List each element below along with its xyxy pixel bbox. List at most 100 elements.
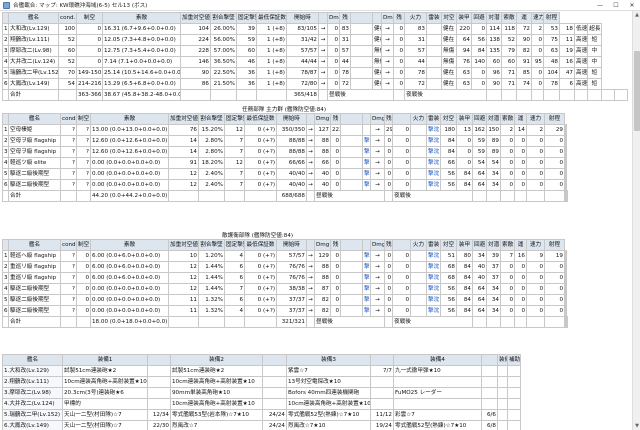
cell-range: 短 xyxy=(564,179,567,191)
cell-status2: 撃沈 xyxy=(426,250,441,262)
cell-fix: 7 xyxy=(224,168,245,180)
cell-pct: 15.20% xyxy=(198,124,225,136)
cell-start: 40/40 xyxy=(276,179,307,191)
cell-aa: 12 xyxy=(168,261,199,273)
header-4: 加重対空値 xyxy=(168,113,199,125)
total-blank xyxy=(559,89,575,101)
cell-aa2: 40 xyxy=(472,261,487,273)
arrow-cell: → xyxy=(370,250,385,262)
cell-min: 0 (+?) xyxy=(244,124,277,136)
equip-c4: 6/6 xyxy=(481,409,498,421)
cell-dmg2: 296 xyxy=(384,124,393,136)
cell-ev: 72 xyxy=(516,23,532,35)
cell-dmg2: 0 xyxy=(384,157,393,169)
vertical-scrollbar[interactable]: ▲ ▼ xyxy=(632,11,640,430)
header-13 xyxy=(362,239,371,251)
cell-range: 不明(0) xyxy=(564,146,567,158)
cell-fix: 4 xyxy=(224,250,245,262)
ship-row: 1 軽巡ヘ級 flagship? 0 6.00 (0.0+6.0+0.0+0.0) 10… xyxy=(2,250,568,262)
cell-status: 健在 xyxy=(372,34,382,46)
ship-row: 1 空母棲姫?? 13.00 (0.0+13.0+0.0+0.0) 76 15.20% 1… xyxy=(2,124,568,136)
cell-dmg: 66 xyxy=(314,157,331,169)
cell-los: 6.00 (0.0+6.0+0.0+0.0) xyxy=(90,250,169,262)
cell-as: 0 xyxy=(514,168,527,180)
arrow-cell: → xyxy=(381,78,394,90)
scroll-thumb[interactable] xyxy=(634,51,640,131)
total-start: 321/321 xyxy=(276,316,307,328)
cell-cond: 60 xyxy=(58,45,77,57)
cell-aa2: 40 xyxy=(472,272,487,284)
scroll-up-icon[interactable]: ▲ xyxy=(633,11,640,19)
cell-dmg: 82 xyxy=(314,305,331,317)
cell-rem2: 0 xyxy=(392,124,411,136)
equip-c2 xyxy=(262,365,287,377)
cell-rem2: 83 xyxy=(404,23,427,35)
cell-status2: 健在 xyxy=(441,34,457,46)
cell-tp: 0 xyxy=(471,23,487,35)
equip-header-5: 装備3 xyxy=(286,354,371,366)
cell-name: 駆逐二級後期型 xyxy=(8,294,61,306)
cell-fp: 56 xyxy=(440,294,457,306)
cell-dmg: 129 xyxy=(314,250,331,262)
header-18: 雷装 xyxy=(426,239,441,251)
ship-row: 2 翔鶴改(Lv.111) 52 0 12.05 (7.3+4.8+0.0+0.0) 22… xyxy=(2,34,628,46)
scroll-down-icon[interactable]: ▼ xyxy=(633,422,640,430)
cell-range: 短 xyxy=(587,67,602,79)
cell-range: 短 xyxy=(564,168,567,180)
equip-row: 2.翔鶴改(Lv.111) 10cm連装高角砲+高射装置★10 10cm連装高角砲+… xyxy=(2,376,521,388)
cell-cond: 52 xyxy=(58,34,77,46)
cell-air: ? xyxy=(76,135,91,147)
header-2: 制空 xyxy=(76,113,91,125)
close-icon[interactable]: ✕ xyxy=(624,0,640,10)
cell-luck: 0 xyxy=(544,179,565,191)
total-blank xyxy=(198,190,225,202)
hp-bar-cell xyxy=(426,34,442,46)
cell-pct: 36.50% xyxy=(210,56,237,68)
total-blank xyxy=(516,89,532,101)
header-1: cond. xyxy=(58,12,77,24)
cell-start: 66/66 xyxy=(276,157,307,169)
cell-range: 中 xyxy=(564,157,567,169)
cell-tp: 84 xyxy=(456,294,473,306)
arrow-cell: → xyxy=(370,305,385,317)
cell-name: 駆逐二級後期型 xyxy=(8,179,61,191)
cell-name: 瑞鶴改二甲(Lv.152) xyxy=(8,67,59,79)
header-5: 割合撃墜 xyxy=(210,12,237,24)
enemy-escort-fleet-table: 艦名cond.制空素敵加重対空値割合撃墜固定撃墜最低保証数開始時Dmg残Dmg残… xyxy=(2,239,568,328)
cell-rem: 0 xyxy=(330,250,341,262)
cell-speed: 低速 xyxy=(573,23,589,35)
total-blank xyxy=(501,89,517,101)
header-9 xyxy=(306,239,315,251)
cell-pct: 2.40% xyxy=(198,168,225,180)
cell-status2: 撃沈 xyxy=(426,146,441,158)
cell-tp: 84 xyxy=(471,45,487,57)
ship-row: 2 重巡リ級 flagship? 0 6.00 (0.0+6.0+0.0+0.0) 12… xyxy=(2,261,568,273)
cell-dmg: 40 xyxy=(314,179,331,191)
cell-speed: 高速 xyxy=(573,78,589,90)
cell-los: 0.00 (0.0+0.0+0.0+0.0) xyxy=(90,168,169,180)
equip-header-6 xyxy=(370,354,394,366)
equip-e4: FuMO25 レーダー xyxy=(393,387,482,399)
minimize-icon[interactable]: — xyxy=(592,0,608,10)
cell-rem2: 0 xyxy=(392,179,411,191)
header-7: 最低保証数 xyxy=(244,113,277,125)
arrow-cell: → xyxy=(370,157,385,169)
total-blank xyxy=(244,190,277,202)
cell-min: 0 (+?) xyxy=(244,283,277,295)
cell-cond: ? xyxy=(60,305,77,317)
cell-min: 0 (+?) xyxy=(244,157,277,169)
cell-tp: 0 xyxy=(456,157,473,169)
cell-as: 0 xyxy=(531,45,544,57)
total-after-day: 昼戦後 xyxy=(314,316,385,328)
cell-start: 57/57 xyxy=(276,250,307,262)
maximize-icon[interactable]: ☐ xyxy=(608,0,624,10)
hp-bar-cell xyxy=(340,168,363,180)
hp-bar-cell xyxy=(340,179,363,191)
cell-air: 0 xyxy=(76,34,103,46)
equip-e3: Bofors 40mm四連装機関砲 xyxy=(286,387,371,399)
header-22: 索敵 xyxy=(501,12,517,24)
arrow-cell: → xyxy=(306,157,315,169)
cell-dmg2: 0 xyxy=(384,272,393,284)
cell-aa: 14 xyxy=(168,146,199,158)
cell-tp: 0 xyxy=(456,146,473,158)
